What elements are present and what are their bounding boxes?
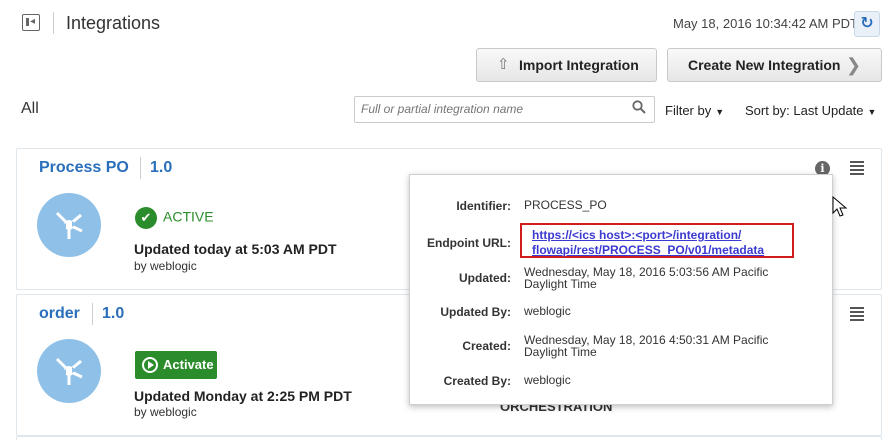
updated-by-text: by weblogic: [134, 405, 197, 419]
import-integration-label: Import Integration: [519, 57, 639, 73]
sort-by-label: Sort by: Last Update: [745, 103, 864, 118]
activate-button[interactable]: Activate: [135, 351, 217, 379]
filter-by-dropdown[interactable]: Filter by ▼: [665, 103, 724, 118]
updated-by-label: Updated By:: [440, 305, 511, 319]
chevron-right-icon: ❯: [846, 55, 862, 75]
identifier-label: Identifier:: [456, 199, 511, 213]
endpoint-url-line: https://<ics host>:<port>/integration/: [532, 228, 742, 242]
upload-icon: ⇧: [497, 56, 510, 73]
last-refresh-timestamp: May 18, 2016 10:34:42 AM PDT: [673, 16, 858, 31]
page-title: Integrations: [66, 13, 161, 33]
play-circle-icon: [142, 357, 158, 373]
caret-down-icon: ▼: [715, 107, 725, 117]
created-value: Wednesday, May 18, 2016 4:50:31 AM Pacif…: [524, 334, 814, 358]
divider: [140, 157, 141, 179]
integration-details-popup: Identifier: PROCESS_PO Endpoint URL: htt…: [409, 174, 833, 405]
collapse-panel-icon[interactable]: ◂: [22, 14, 40, 31]
updated-by-text: by weblogic: [134, 259, 197, 273]
updated-label: Updated:: [459, 271, 511, 285]
created-value-line: Daylight Time: [524, 345, 597, 359]
created-by-value: weblogic: [524, 373, 571, 387]
integration-name-link[interactable]: Process PO: [39, 159, 129, 177]
caret-down-icon: ▼: [867, 107, 877, 117]
scope-label: All: [21, 100, 39, 117]
integration-version: 1.0: [102, 305, 125, 322]
integration-type-icon: [37, 339, 101, 403]
integration-type-icon: [37, 193, 101, 257]
status-badge: ✔ ACTIVE: [135, 207, 214, 229]
mouse-pointer-icon: [832, 196, 848, 217]
updated-text: Updated today at 5:03 AM PDT: [134, 241, 337, 257]
created-label: Created:: [462, 339, 511, 353]
integration-version: 1.0: [150, 159, 173, 176]
create-integration-button[interactable]: Create New Integration ❯: [667, 48, 882, 82]
search-icon[interactable]: [632, 100, 646, 114]
status-label: ACTIVE: [163, 208, 214, 225]
import-integration-button[interactable]: ⇧ Import Integration: [476, 48, 657, 82]
search-input[interactable]: [361, 102, 621, 116]
integration-name-link[interactable]: order: [39, 305, 80, 323]
refresh-icon[interactable]: ↻: [854, 11, 880, 37]
endpoint-url-label: Endpoint URL:: [427, 236, 511, 250]
create-integration-label: Create New Integration: [688, 57, 841, 73]
created-by-label: Created By:: [443, 374, 511, 388]
updated-value: Wednesday, May 18, 2016 5:03:56 AM Pacif…: [524, 266, 814, 290]
hamburger-menu-icon[interactable]: [850, 307, 864, 321]
hamburger-menu-icon[interactable]: [850, 161, 864, 175]
endpoint-url-line: flowapi/rest/PROCESS_PO/v01/metadata: [532, 243, 765, 257]
sort-by-dropdown[interactable]: Sort by: Last Update ▼: [745, 103, 876, 118]
integration-card: [16, 436, 882, 440]
updated-text: Updated Monday at 2:25 PM PDT: [134, 388, 352, 404]
search-box[interactable]: [354, 96, 655, 123]
updated-value-line: Daylight Time: [524, 277, 597, 291]
divider: [53, 12, 54, 34]
check-circle-icon: ✔: [135, 207, 157, 229]
updated-by-value: weblogic: [524, 304, 571, 318]
activate-label: Activate: [163, 357, 214, 372]
endpoint-url-link[interactable]: https://<ics host>:<port>/integration/ f…: [520, 223, 794, 258]
filter-by-label: Filter by: [665, 103, 712, 118]
page-header: ◂ Integrations May 18, 2016 10:34:42 AM …: [0, 0, 884, 46]
divider: [92, 303, 93, 325]
identifier-value: PROCESS_PO: [524, 198, 607, 212]
